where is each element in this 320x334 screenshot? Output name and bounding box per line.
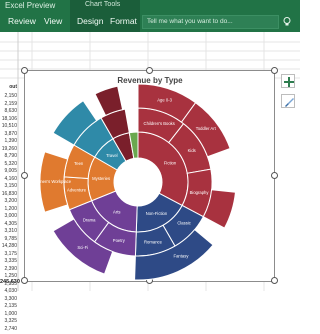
label-kids: Kids [188, 148, 196, 153]
resize-handle-top[interactable] [146, 67, 153, 74]
resize-handle-bottom-left[interactable] [21, 277, 28, 284]
label-childrens-books: Children's Books [144, 121, 175, 126]
tab-design[interactable]: Design [77, 16, 103, 26]
tell-me-placeholder: Tell me what you want to do... [147, 18, 233, 25]
label-non-fiction: Non-Fiction [146, 211, 168, 216]
ribbon-tabs: Review View Design Format Tell me what y… [0, 12, 300, 32]
context-tab-group: Chart Tools [70, 0, 140, 12]
title-bar: Excel Preview Chart Tools [0, 0, 300, 12]
label-adventure: Adventure [67, 188, 87, 193]
resize-handle-right[interactable] [271, 172, 278, 179]
label-travel: Travel [106, 153, 118, 158]
resize-handle-bottom-right[interactable] [271, 277, 278, 284]
chart-elements-button[interactable] [281, 74, 295, 88]
tab-review[interactable]: Review [8, 16, 36, 26]
label-teen: Teen [74, 161, 84, 166]
label-mysteries: Mysteries [92, 176, 110, 181]
label-sci-fi: Sci-Fi [77, 245, 88, 250]
paintbrush-icon [285, 98, 294, 107]
resize-handle-left[interactable] [21, 172, 28, 179]
app-title: Excel Preview [5, 1, 56, 10]
label-arts: Arts [113, 209, 120, 214]
column-header-fragment: out [9, 84, 17, 90]
tab-view[interactable]: View [44, 16, 62, 26]
label-drama: Drama [83, 217, 96, 222]
segment-darkred-outer[interactable] [94, 85, 124, 117]
label-classic: Classic [177, 221, 191, 226]
cell-value[interactable]: 2,740 [0, 326, 17, 334]
tell-me-search[interactable]: Tell me what you want to do... [142, 15, 279, 29]
label-biography: Biography [190, 190, 210, 195]
label-poetry: Poetry [113, 238, 126, 243]
resize-handle-top-right[interactable] [271, 67, 278, 74]
sunburst-chart[interactable]: Fiction Mysteries Children's Books Non-Fict… [38, 82, 238, 282]
label-toddler-art: Toddler Art [196, 126, 217, 131]
context-tab-group-label: Chart Tools [85, 1, 121, 8]
resize-handle-top-left[interactable] [21, 67, 28, 74]
lightbulb-icon[interactable] [283, 17, 291, 27]
tab-format[interactable]: Format [110, 16, 137, 26]
label-romance: Romance [144, 239, 163, 244]
label-fantasy: Fantasy [174, 254, 190, 259]
column-total: 245,630 [0, 279, 20, 285]
label-fiction: Fiction [164, 161, 177, 166]
label-womens-workplace: Women's Workplace [38, 179, 72, 184]
label-age-0-3: Age 0-3 [157, 97, 172, 102]
plus-icon [284, 77, 294, 87]
chart-styles-button[interactable] [281, 94, 295, 108]
